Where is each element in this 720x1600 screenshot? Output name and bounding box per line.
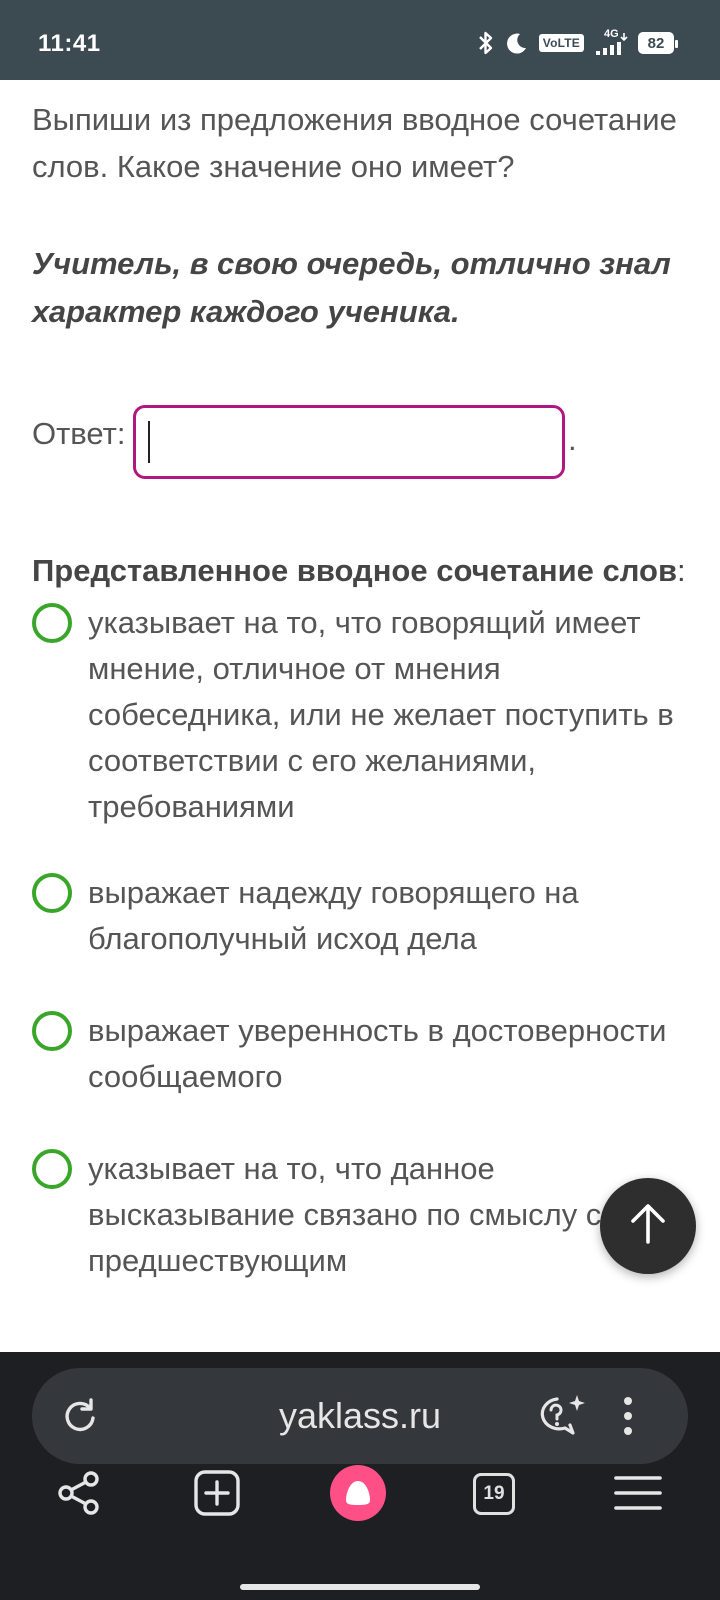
new-tab-icon[interactable] [190,1466,244,1520]
radio-button[interactable] [32,603,72,643]
battery-indicator: 82 [638,32,678,54]
option-label: указывает на то, что данное высказывание… [88,1151,602,1278]
bluetooth-icon [477,30,495,56]
page: 11:41 VoLTE 4G 82 Выпиши из предложения … [0,0,720,1600]
status-bar: 11:41 VoLTE 4G 82 [0,0,720,80]
radio-button[interactable] [32,1011,72,1051]
signal-icon: 4G [594,28,628,56]
share-icon[interactable] [52,1466,106,1520]
answer-label: Ответ: [32,416,126,451]
moon-icon [505,31,529,55]
option-label: выражает уверенность в достоверности соо… [88,1013,667,1094]
tabs-count-button[interactable]: 19 [468,1468,520,1520]
alice-assistant-button[interactable] [330,1465,386,1521]
volte-badge: VoLTE [538,34,584,52]
ai-chat-icon[interactable] [534,1390,590,1442]
option-3[interactable]: выражает уверенность в достоверности соо… [32,1008,692,1100]
task-sentence: Учитель, в свою очередь, отлично знал ха… [32,246,671,329]
status-time: 11:41 [38,30,101,57]
option-1[interactable]: указывает на то, что говорящий имеет мне… [32,600,692,830]
answer-input[interactable] [133,405,565,479]
scroll-top-button[interactable] [600,1178,696,1274]
options-title: Представленное вводное сочетание слов: [32,549,686,593]
answer-suffix: . [568,422,577,457]
option-4[interactable]: указывает на то, что данное высказывание… [32,1146,692,1284]
address-bar[interactable]: yaklass.ru [32,1368,688,1464]
question-prompt: Выпиши из предложения вводное сочетание … [32,102,677,184]
option-2[interactable]: выражает надежду говорящего на благополу… [32,870,692,962]
text-cursor [148,421,150,463]
status-icons: VoLTE 4G 82 [477,28,678,56]
option-label: выражает надежду говорящего на благополу… [88,875,579,956]
options-title-suffix: : [677,553,686,588]
radio-button[interactable] [32,873,72,913]
more-menu-icon[interactable] [614,1392,642,1440]
option-label: указывает на то, что говорящий имеет мне… [88,605,674,824]
hamburger-menu-icon[interactable] [610,1468,666,1518]
radio-button[interactable] [32,1149,72,1189]
options-title-text: Представленное вводное сочетание слов [32,553,678,588]
alice-icon [330,1465,386,1521]
tab-count: 19 [473,1473,515,1515]
browser-bottom-bar: yaklass.ru 19 [0,1352,720,1600]
home-indicator[interactable] [240,1584,480,1590]
arrow-up-icon [628,1202,668,1251]
